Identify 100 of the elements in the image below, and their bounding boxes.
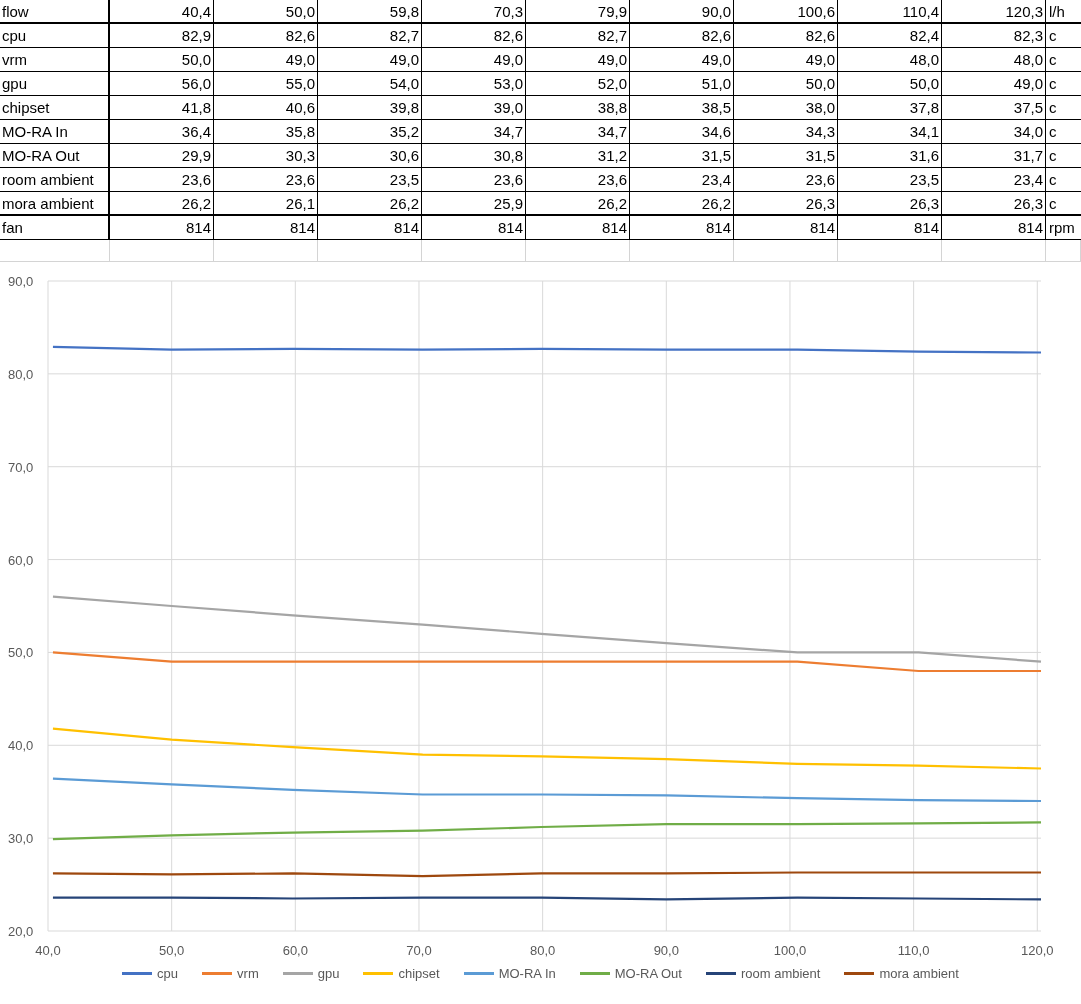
table-cell: 38,0 [734,96,838,120]
row-label: room ambient [0,168,110,192]
table-cell: 90,0 [630,0,734,24]
table-cell: 39,8 [318,96,422,120]
row-label: MO-RA Out [0,144,110,168]
unit-label: c [1046,144,1081,168]
table-cell: 40,4 [110,0,214,24]
axis-label: 30,0 [8,831,34,847]
row-label: vrm [0,48,110,72]
table-cell: 49,0 [734,48,838,72]
table-cell: 37,5 [942,96,1046,120]
axis-label: 90,0 [8,274,34,289]
table-cell: 36,4 [110,120,214,144]
table-cell: 814 [838,216,942,240]
table-cell: 26,3 [838,192,942,216]
table-cell: 23,4 [942,168,1046,192]
table-cell: 30,3 [214,144,318,168]
table-cell: 814 [110,216,214,240]
table-cell: 814 [318,216,422,240]
table-cell: 50,0 [838,72,942,96]
table-cell: 23,6 [422,168,526,192]
table-cell: 51,0 [630,72,734,96]
table-cell: 49,0 [630,48,734,72]
table-cell: 814 [214,216,318,240]
table-cell: 37,8 [838,96,942,120]
table-cell: 34,0 [942,120,1046,144]
axis-label: 40,0 [8,738,34,754]
table-cell: 23,6 [526,168,630,192]
table-cell: 23,5 [838,168,942,192]
row-label: fan [0,216,110,240]
table-cell: 49,0 [526,48,630,72]
legend-label: cpu [157,966,179,981]
table-cell: 34,6 [630,120,734,144]
axis-label: 100,0 [773,943,807,958]
row-label: chipset [0,96,110,120]
unit-label: rpm [1046,216,1081,240]
unit-label: c [1046,48,1081,72]
legend-label: room ambient [740,966,821,981]
table-cell: 31,6 [838,144,942,168]
table-cell: 34,1 [838,120,942,144]
table-cell: 50,0 [110,48,214,72]
table-cell: 26,2 [630,192,734,216]
row-label: mora ambient [0,192,110,216]
table-cell: 49,0 [214,48,318,72]
unit-label: c [1046,192,1081,216]
table-cell: 23,4 [630,168,734,192]
table-cell: 30,6 [318,144,422,168]
axis-label: 60,0 [8,552,34,568]
table-cell: 50,0 [734,72,838,96]
table-cell: 55,0 [214,72,318,96]
axis-label: 70,0 [8,459,34,475]
table-cell: 814 [422,216,526,240]
table-cell: 59,8 [318,0,422,24]
axis-label: 50,0 [8,645,34,661]
table-cell: 82,7 [526,24,630,48]
axis-label: 60,0 [282,943,308,958]
axis-label: 50,0 [159,943,185,958]
table-cell: 31,2 [526,144,630,168]
table-cell: 82,3 [942,24,1046,48]
table-cell: 82,9 [110,24,214,48]
table-cell: 31,7 [942,144,1046,168]
table-cell: 25,9 [422,192,526,216]
table-cell: 40,6 [214,96,318,120]
legend-label: vrm [237,966,259,981]
table-cell: 100,6 [734,0,838,24]
axis-label: 20,0 [8,924,34,939]
table-cell: 82,4 [838,24,942,48]
table-cell: 23,6 [734,168,838,192]
table-cell: 82,6 [422,24,526,48]
axis-label: 80,0 [530,943,556,958]
table-cell: 56,0 [110,72,214,96]
table-cell: 82,6 [734,24,838,48]
legend-label: MO-RA Out [614,966,682,981]
table-cell: 82,6 [214,24,318,48]
table-cell: 49,0 [942,72,1046,96]
legend-label: gpu [317,966,340,981]
row-label: MO-RA In [0,120,110,144]
unit-label: l/h [1046,0,1081,24]
table-cell: 814 [942,216,1046,240]
table-cell: 82,6 [630,24,734,48]
unit-label: c [1046,72,1081,96]
table-cell: 26,2 [110,192,214,216]
unit-label: c [1046,24,1081,48]
table-cell: 39,0 [422,96,526,120]
table-cell: 23,5 [318,168,422,192]
table-cell: 30,8 [422,144,526,168]
table-cell: 31,5 [630,144,734,168]
table-cell: 52,0 [526,72,630,96]
table-cell: 35,8 [214,120,318,144]
table-cell: 31,5 [734,144,838,168]
row-label: gpu [0,72,110,96]
empty-cell [1046,240,1081,262]
table-cell: 48,0 [838,48,942,72]
axis-label: 110,0 [897,943,930,958]
table-cell: 38,5 [630,96,734,120]
table-cell: 26,3 [942,192,1046,216]
table-cell: 35,2 [318,120,422,144]
axis-label: 40,0 [35,943,61,958]
table-cell: 26,3 [734,192,838,216]
table-cell: 41,8 [110,96,214,120]
